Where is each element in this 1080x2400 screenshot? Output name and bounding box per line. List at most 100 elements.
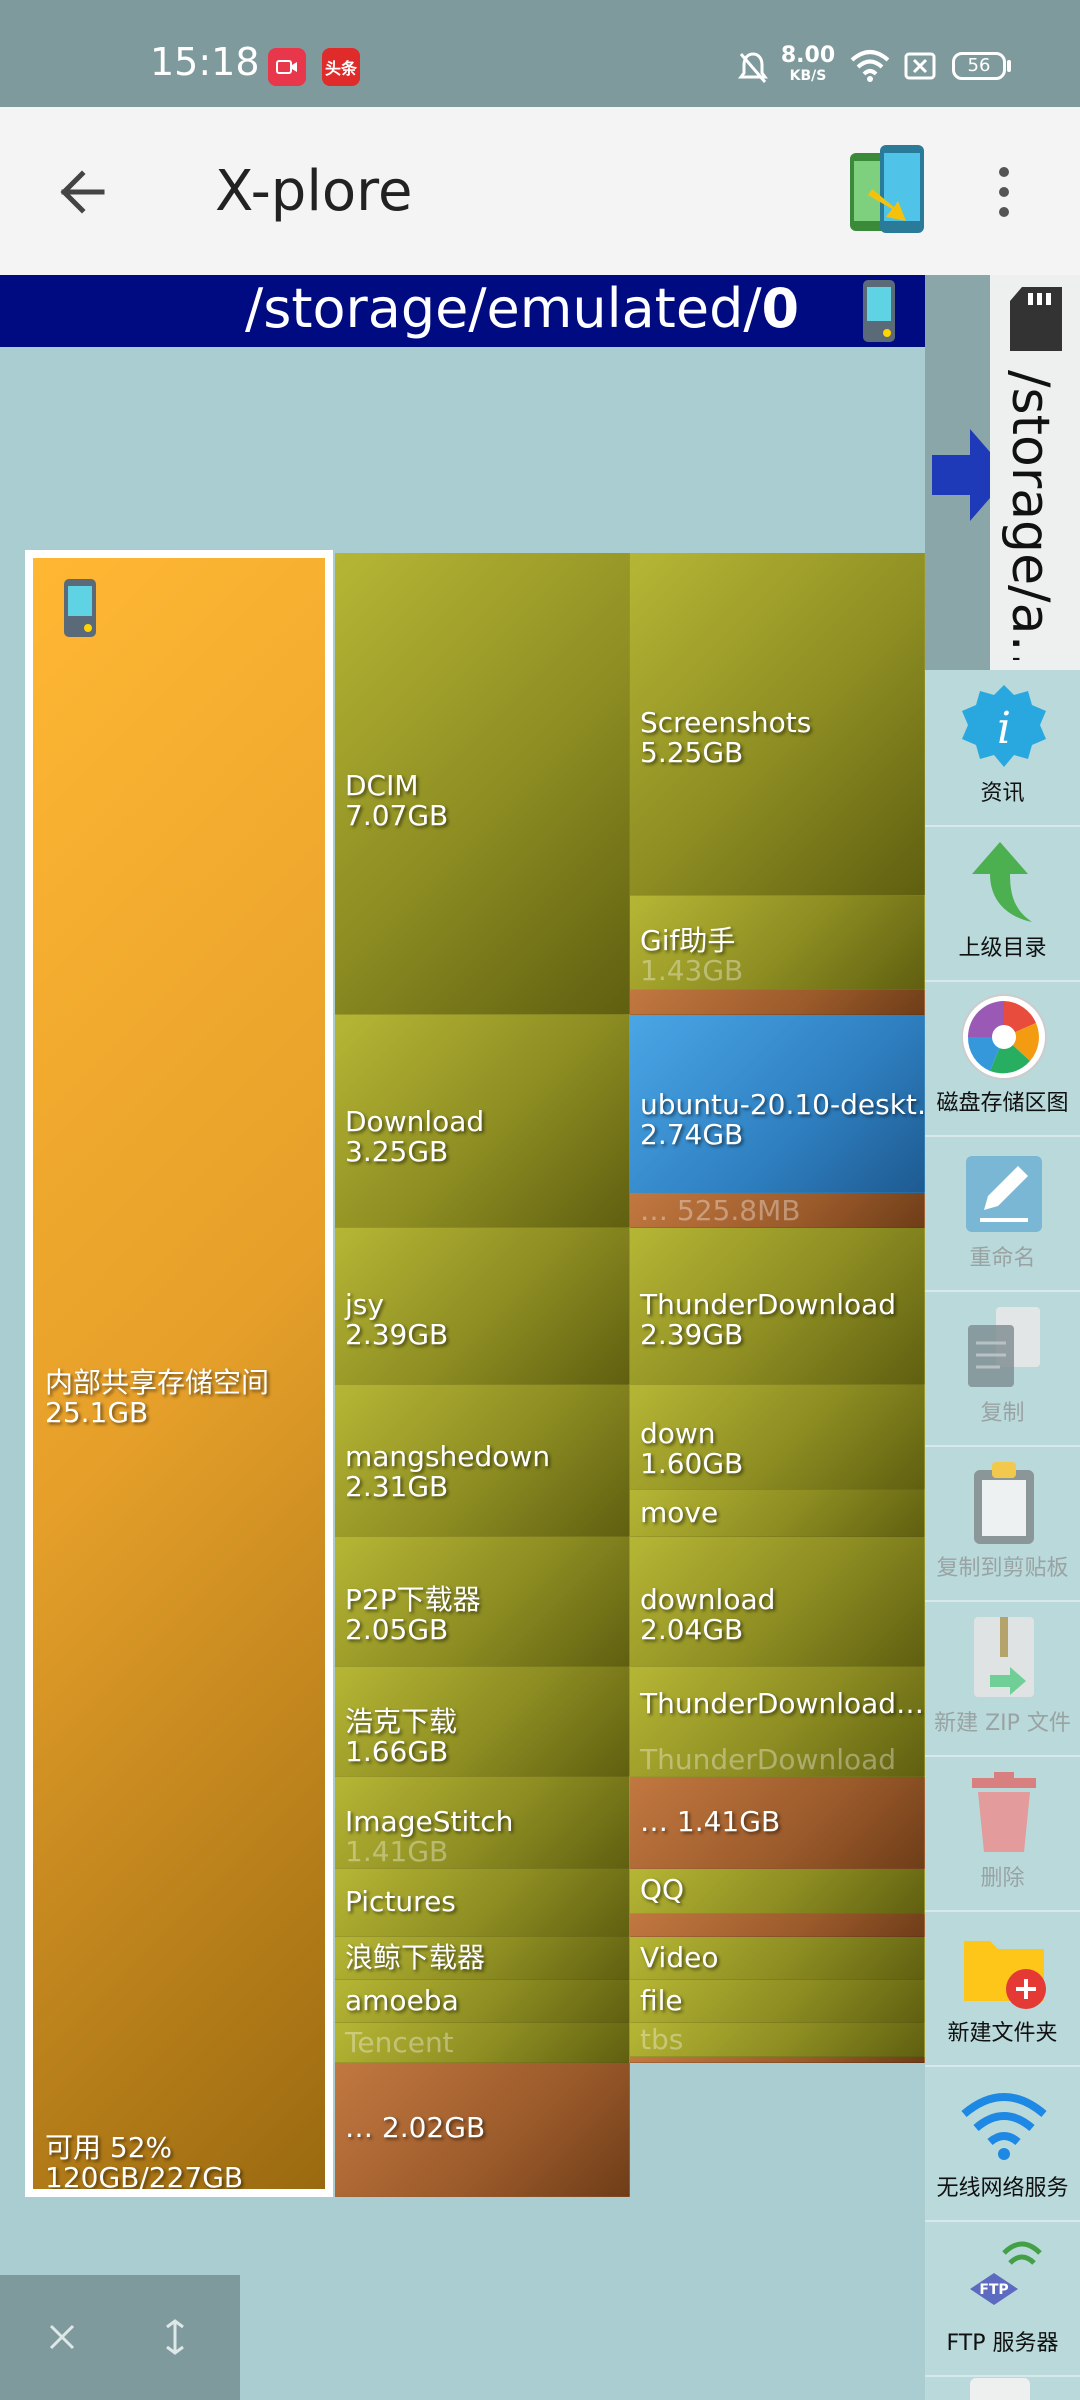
tool-new-folder[interactable]: 新建文件夹 [925,1915,1080,2067]
folder-size: 2.31GB [345,1470,449,1503]
treemap-cell[interactable]: download 2.04GB [630,1537,925,1667]
back-arrow-icon[interactable] [50,157,120,227]
treemap-cell[interactable]: … 525.8MB [630,1193,925,1228]
tool-label: 资讯 [980,781,1025,806]
tool-label: 新建 ZIP 文件 [934,1711,1071,1736]
folder-name: ImageStitch [345,1805,514,1838]
tool-label: 无线网络服务 [936,2176,1069,2201]
selection-bar [0,2275,240,2400]
battery-level: 56 [967,55,991,76]
no-sim-icon [904,52,936,84]
treemap-root-storage[interactable]: 内部共享存储空间 25.1GB 可用 52% 120GB/227GB [25,550,333,2197]
treemap-cell[interactable]: amoeba [335,1980,630,2023]
disk-map-icon [961,994,1047,1080]
folder-name: jsy [345,1288,384,1321]
tool-parent-folder[interactable]: 上级目录 [925,830,1080,982]
folder-size: 2.04GB [640,1613,744,1646]
folder-name: … 525.8MB [640,1194,801,1227]
treemap-cell[interactable] [630,1914,925,1937]
tool-copy-to-clipboard[interactable]: 复制到剪贴板 [925,1450,1080,1602]
folder-size: 2.39GB [640,1318,744,1351]
folder-size: 2.74GB [640,1118,744,1151]
network-speed: 8.00 KB/S [778,43,838,86]
path-bar[interactable]: /storage/emulated/0 [0,275,925,347]
folder-name: 浩克下载 [345,1705,458,1738]
folder-name: ubuntu-20.10-deskt… [640,1088,925,1121]
copy-icon [968,1307,1040,1387]
tool-disk-map[interactable]: 磁盘存储区图 [925,985,1080,1137]
news-badge-label: 头条 [324,59,357,78]
net-speed-value: 8.00 [780,43,836,68]
resize-handle-icon[interactable] [160,2317,190,2361]
folder-name: DCIM [345,769,419,802]
net-speed-unit: KB/S [789,68,827,84]
tool-delete[interactable]: 删除 [925,1760,1080,1912]
treemap-cell[interactable]: Pictures [335,1869,630,1937]
folder-size: 2.05GB [345,1613,449,1646]
treemap-cell[interactable]: ubuntu-20.10-deskt… 2.74GB [630,1015,925,1193]
folder-name: download [640,1583,776,1616]
folder-name: Video [640,1941,719,1974]
treemap-cell[interactable]: Video [630,1937,925,1980]
tool-wifi-server[interactable]: 无线网络服务 [925,2070,1080,2222]
treemap-cell[interactable]: file [630,1980,925,2023]
treemap-cell[interactable]: Screenshots 5.25GB [630,553,925,896]
treemap-cell[interactable]: 浩克下载 1.66GB [335,1667,630,1777]
treemap-cell[interactable]: 浪鲸下载器 [335,1937,630,1980]
treemap-cell[interactable]: Tencent [335,2023,630,2063]
new-folder-icon [964,1941,1046,2009]
overflow-menu-icon[interactable] [994,162,1014,222]
phone-storage-icon [862,279,896,347]
tool-copy[interactable]: 复制 [925,1295,1080,1447]
treemap-cell[interactable]: ImageStitch 1.41GB [335,1777,630,1869]
treemap-cell[interactable]: QQ [630,1869,925,1914]
treemap-cell[interactable]: down 1.60GB [630,1385,925,1490]
treemap-cell[interactable]: … 2.02GB [335,2063,630,2197]
screen-record-icon [268,48,306,86]
folder-size: 3.25GB [345,1135,449,1168]
svg-text:i: i [997,703,1011,754]
dual-pane-toggle-icon[interactable] [848,143,928,243]
tool-rename[interactable]: 重命名 [925,1140,1080,1292]
treemap-cell[interactable] [630,2057,925,2063]
treemap-cell[interactable] [630,990,925,1015]
folder-name: Gif助手 [640,924,736,957]
more-tools-peek[interactable] [970,2378,1030,2400]
tool-ftp-server[interactable]: FTP FTP 服务器 [925,2225,1080,2377]
info-icon: i [962,685,1046,767]
treemap-cell[interactable]: ThunderDownload… ThunderDownload [630,1667,925,1777]
trash-icon [972,1772,1036,1852]
app-title: X-plore [215,159,413,224]
app-bar: X-plore [0,107,1080,275]
ftp-icon: FTP [970,2241,1042,2305]
treemap-cell[interactable]: jsy 2.39GB [335,1228,630,1385]
root-name: 内部共享存储空间 [45,1366,270,1399]
tool-info[interactable]: i 资讯 [925,675,1080,827]
folder-name: move [640,1496,719,1529]
folder-size: 1.60GB [640,1447,744,1480]
folder-name: Screenshots [640,706,812,739]
tool-new-zip[interactable]: 新建 ZIP 文件 [925,1605,1080,1757]
folder-name: 浪鲸下载器 [345,1941,486,1974]
folder-name: down [640,1417,716,1450]
folder-name: … 1.41GB [640,1805,781,1838]
treemap-cell[interactable]: tbs [630,2023,925,2057]
clipboard-icon [974,1462,1034,1544]
treemap-cell[interactable]: mangshedown 2.31GB [335,1385,630,1537]
folder-name: Pictures [345,1885,456,1918]
folder-name-sub: ThunderDownload [640,1743,897,1776]
treemap-cell[interactable]: P2P下载器 2.05GB [335,1537,630,1667]
news-app-icon: 头条 [322,48,360,86]
treemap-cell[interactable]: ThunderDownload 2.39GB [630,1228,925,1385]
folder-name: Download [345,1105,485,1138]
treemap-cell[interactable]: DCIM 7.07GB [335,553,630,1015]
treemap-cell[interactable]: … 1.41GB [630,1777,925,1869]
treemap-cell[interactable]: move [630,1490,925,1537]
folder-size: 1.66GB [345,1735,449,1768]
folder-name: tbs [640,2023,684,2056]
treemap-cell[interactable]: Download 3.25GB [335,1015,630,1228]
close-icon[interactable] [45,2320,79,2358]
treemap-cell[interactable]: Gif助手 1.43GB [630,896,925,990]
phone-storage-icon [63,578,97,642]
folder-size: 2.39GB [345,1318,449,1351]
